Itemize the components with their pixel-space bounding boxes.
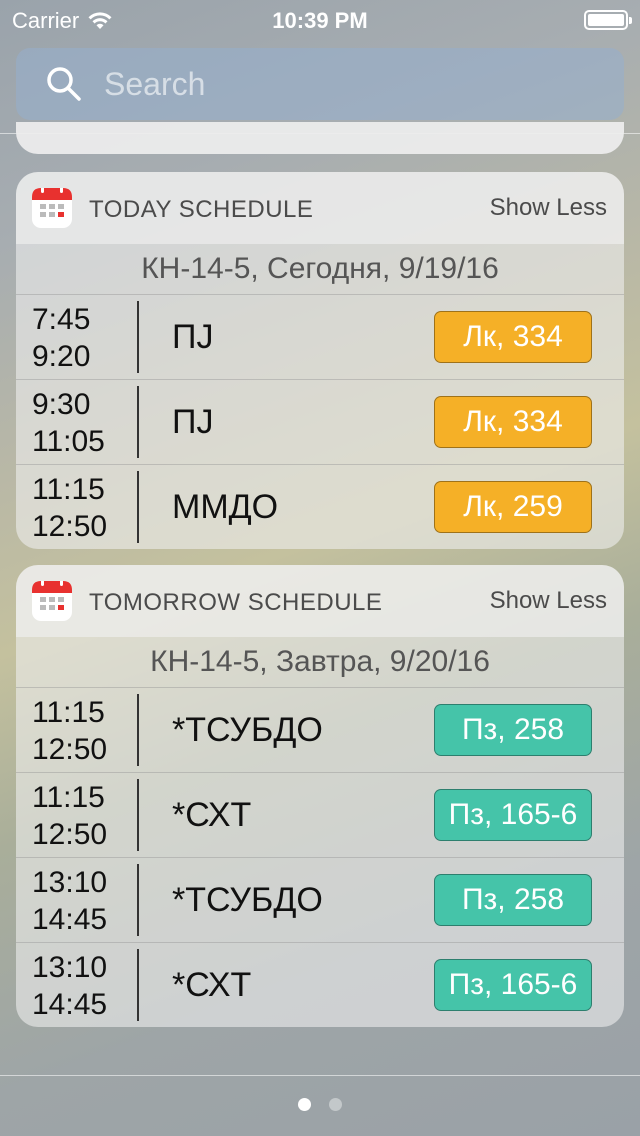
time-range: 7:45 9:20 xyxy=(32,301,90,375)
schedule-row[interactable]: 11:15 12:50 *ТСУБДО Пз, 258 xyxy=(16,687,624,772)
widget-header: TOMORROW SCHEDULE Show Less xyxy=(16,565,624,637)
room-tag: Пз, 258 xyxy=(434,704,592,756)
page-dot[interactable] xyxy=(329,1098,342,1111)
schedule-row[interactable]: 13:10 14:45 *ТСУБДО Пз, 258 xyxy=(16,857,624,942)
row-separator xyxy=(137,471,139,543)
schedule-row[interactable]: 11:15 12:50 ММДО Лк, 259 xyxy=(16,464,624,549)
subject: ПJ xyxy=(172,403,214,441)
start-time: 11:15 xyxy=(32,473,105,506)
end-time: 9:20 xyxy=(32,340,91,373)
show-less-button[interactable]: Show Less xyxy=(490,587,607,615)
subject: *СХТ xyxy=(172,966,252,1004)
room-tag: Лк, 334 xyxy=(434,396,592,448)
time-range: 11:15 12:50 xyxy=(32,471,107,545)
row-separator xyxy=(137,386,139,458)
start-time: 11:15 xyxy=(32,781,105,814)
row-separator xyxy=(137,694,139,766)
status-bar: Carrier 10:39 PM xyxy=(0,0,640,40)
row-separator xyxy=(137,301,139,373)
start-time: 13:10 xyxy=(32,866,108,899)
room-tag: Пз, 258 xyxy=(434,874,592,926)
end-time: 11:05 xyxy=(32,425,105,458)
battery-icon xyxy=(584,10,632,30)
show-less-button[interactable]: Show Less xyxy=(490,194,607,222)
room-tag: Лк, 334 xyxy=(434,311,592,363)
page-indicator[interactable] xyxy=(0,1098,640,1111)
widget-header: TODAY SCHEDULE Show Less xyxy=(16,172,624,244)
status-time: 10:39 PM xyxy=(272,8,368,33)
time-range: 13:10 14:45 xyxy=(32,864,107,938)
widget-body: КН-14-5, Сегодня, 9/19/16 7:45 9:20 ПJ Лк… xyxy=(16,244,624,549)
start-time: 9:30 xyxy=(32,388,91,421)
widget-title: TOMORROW SCHEDULE xyxy=(89,589,383,616)
row-separator xyxy=(137,864,139,936)
end-time: 14:45 xyxy=(32,903,108,936)
calendar-app-icon xyxy=(32,581,72,621)
date-line: КН-14-5, Завтра, 9/20/16 xyxy=(150,645,490,678)
search-input[interactable] xyxy=(102,64,586,104)
schedule-row[interactable]: 11:15 12:50 *СХТ Пз, 165-6 xyxy=(16,772,624,857)
time-range: 11:15 12:50 xyxy=(32,694,107,768)
row-separator xyxy=(137,949,139,1021)
battery-level xyxy=(588,14,624,26)
room-tag: Пз, 165-6 xyxy=(434,959,592,1011)
tomorrow-schedule-widget: TOMORROW SCHEDULE Show Less КН-14-5, Зав… xyxy=(16,565,624,1027)
widget-body: КН-14-5, Завтра, 9/20/16 11:15 12:50 *ТСУ… xyxy=(16,637,624,1027)
date-line: КН-14-5, Сегодня, 9/19/16 xyxy=(141,252,499,285)
schedule-row[interactable]: 9:30 11:05 ПJ Лк, 334 xyxy=(16,379,624,464)
page-dot[interactable] xyxy=(298,1098,311,1111)
subject: ПJ xyxy=(172,318,214,356)
end-time: 12:50 xyxy=(32,818,108,851)
row-separator xyxy=(137,779,139,851)
subject: *ТСУБДО xyxy=(172,711,323,749)
schedule-row[interactable]: 7:45 9:20 ПJ Лк, 334 xyxy=(16,294,624,379)
room-tag: Пз, 165-6 xyxy=(434,789,592,841)
search-icon xyxy=(47,67,81,101)
end-time: 14:45 xyxy=(32,988,108,1021)
today-schedule-widget: TODAY SCHEDULE Show Less КН-14-5, Сегодн… xyxy=(16,172,624,549)
room-tag: Лк, 259 xyxy=(434,481,592,533)
calendar-app-icon xyxy=(32,188,72,228)
schedule-row[interactable]: 13:10 14:45 *СХТ Пз, 165-6 xyxy=(16,942,624,1027)
divider xyxy=(0,1075,640,1076)
subject: *ТСУБДО xyxy=(172,881,323,919)
start-time: 11:15 xyxy=(32,696,105,729)
widget-title: TODAY SCHEDULE xyxy=(89,196,314,223)
subject: *СХТ xyxy=(172,796,252,834)
time-range: 11:15 12:50 xyxy=(32,779,107,853)
previous-widget-stub xyxy=(16,122,624,154)
search-bar[interactable] xyxy=(16,48,624,120)
end-time: 12:50 xyxy=(32,510,108,543)
end-time: 12:50 xyxy=(32,733,108,766)
subject: ММДО xyxy=(172,488,279,526)
start-time: 13:10 xyxy=(32,951,108,984)
start-time: 7:45 xyxy=(32,303,91,336)
time-range: 9:30 11:05 xyxy=(32,386,105,460)
time-range: 13:10 14:45 xyxy=(32,949,107,1023)
